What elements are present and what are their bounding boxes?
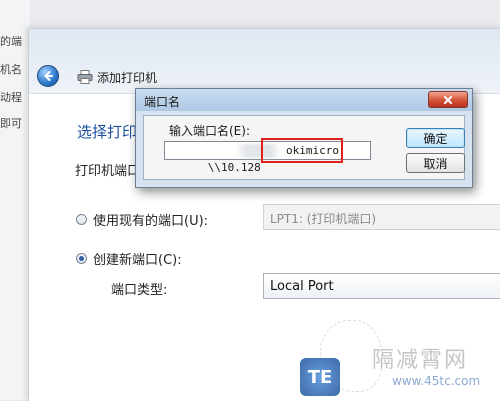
annotation-highlight-box (261, 138, 343, 163)
background-text-fragment: 动程 (0, 91, 22, 104)
section-title: 选择打印 (77, 123, 138, 141)
wizard-title: 添加打印机 (97, 71, 158, 85)
port-type-value: Local Port (270, 279, 334, 294)
ok-button-label: 确定 (423, 131, 448, 146)
port-name-label: 输入端口名(E): (169, 124, 250, 138)
background-text-fragment: 机名 (0, 63, 22, 76)
use-existing-radio[interactable] (76, 214, 87, 225)
background-strip: 的端 机名 动程 即可 (0, 0, 30, 400)
cancel-button-label: 取消 (423, 156, 448, 171)
background-text-fragment: 即可 (0, 117, 22, 130)
create-new-port-option[interactable]: 创建新端口(C): (76, 249, 182, 268)
port-description: 打印机端口 (75, 164, 141, 179)
cancel-button[interactable]: 取消 (406, 153, 465, 173)
input-prefix-text: \\10.128 (207, 161, 261, 174)
port-type-select[interactable]: Local Port (263, 273, 500, 299)
back-arrow-icon (44, 71, 53, 81)
watermark-logo: TE (300, 358, 340, 396)
port-type-label: 端口类型: (111, 283, 168, 298)
existing-port-select: LPT1: (打印机端口) (263, 204, 500, 230)
watermark-logo-text: TE (307, 366, 333, 388)
background-text-fragment: 的端 (0, 35, 22, 48)
close-icon (444, 95, 452, 104)
create-new-radio[interactable] (76, 253, 87, 264)
dialog-titlebar[interactable]: 端口名 (136, 89, 472, 111)
close-button[interactable] (428, 91, 468, 108)
wizard-header: 添加打印机 (29, 29, 500, 94)
watermark-url: www.45tc.com (392, 374, 481, 388)
printer-icon (77, 70, 93, 84)
dialog-body: 输入端口名(E): \\10.128 okimicro 确定 取消 (143, 115, 465, 180)
back-button[interactable] (37, 65, 59, 87)
dialog-title: 端口名 (144, 95, 181, 109)
ok-button[interactable]: 确定 (406, 128, 465, 148)
create-new-label: 创建新端口(C): (93, 253, 182, 268)
watermark-brand: 隔减霄网 (372, 348, 469, 373)
existing-port-value: LPT1: (打印机端口) (270, 212, 377, 226)
port-name-dialog: 端口名 输入端口名(E): \\10.128 okimicro 确定 取消 (135, 88, 473, 188)
